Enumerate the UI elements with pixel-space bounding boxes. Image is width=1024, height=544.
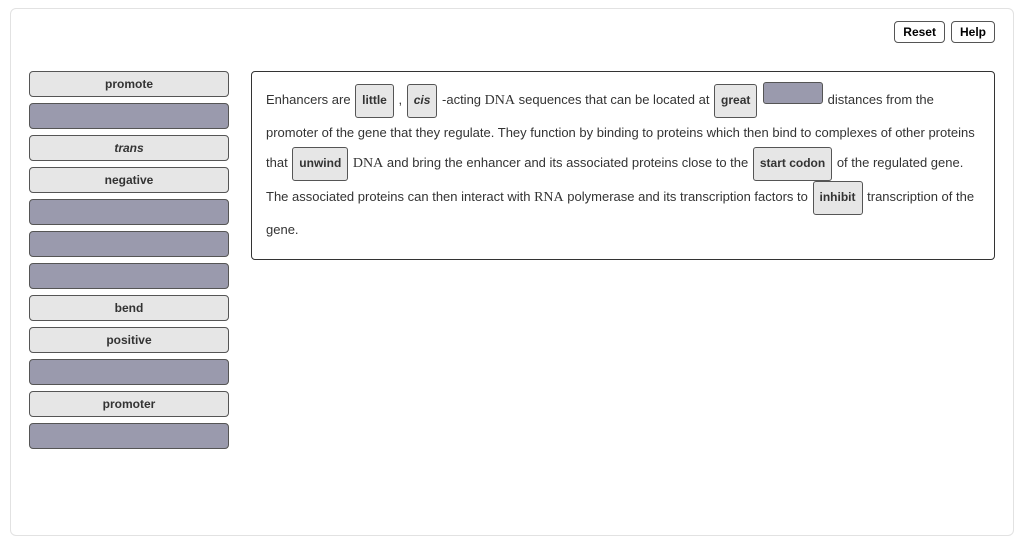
word-tile-promote[interactable]: promote: [29, 71, 229, 97]
slot-unwind[interactable]: unwind: [292, 147, 348, 181]
passage-text: -acting: [442, 92, 485, 107]
passage-text: and bring the enhancer and its associate…: [387, 155, 752, 170]
word-tile-empty[interactable]: [29, 103, 229, 129]
passage-text: Enhancers are: [266, 92, 354, 107]
passage-text: ,: [398, 92, 405, 107]
word-tile-positive[interactable]: positive: [29, 327, 229, 353]
word-tile-promoter[interactable]: promoter: [29, 391, 229, 417]
reset-button[interactable]: Reset: [894, 21, 945, 43]
word-tile-empty[interactable]: [29, 359, 229, 385]
topbar: Reset Help: [894, 21, 995, 43]
passage-dna: DNA: [485, 93, 515, 108]
help-button[interactable]: Help: [951, 21, 995, 43]
word-tile-bend[interactable]: bend: [29, 295, 229, 321]
passage-text: sequences that can be located at: [519, 92, 713, 107]
passage-text: polymerase and its transcription factors…: [567, 189, 811, 204]
slot-start-codon[interactable]: start codon: [753, 147, 832, 181]
word-tile-negative[interactable]: negative: [29, 167, 229, 193]
passage-dna: DNA: [353, 156, 383, 171]
word-tile-empty[interactable]: [29, 423, 229, 449]
word-tile-trans[interactable]: trans: [29, 135, 229, 161]
slot-little[interactable]: little: [355, 84, 394, 118]
word-tile-empty[interactable]: [29, 199, 229, 225]
word-tile-empty[interactable]: [29, 263, 229, 289]
word-bank: promote trans negative bend positive pro…: [29, 71, 229, 449]
slot-great[interactable]: great: [714, 84, 757, 118]
slot-inhibit[interactable]: inhibit: [813, 181, 863, 215]
passage-box: Enhancers are little , cis -acting DNA s…: [251, 71, 995, 260]
passage-rna: RNA: [534, 190, 564, 205]
exercise-card: Reset Help promote trans negative bend p…: [10, 8, 1014, 536]
word-tile-empty[interactable]: [29, 231, 229, 257]
slot-cis[interactable]: cis: [407, 84, 438, 118]
slot-empty[interactable]: [763, 82, 823, 104]
exercise-body: promote trans negative bend positive pro…: [29, 71, 995, 449]
